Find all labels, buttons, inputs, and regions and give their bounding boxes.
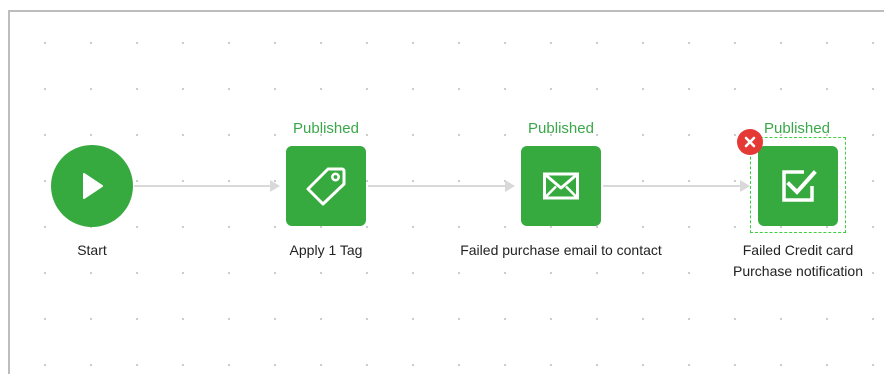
connector-email-to-notification [603,180,750,192]
close-icon [744,136,756,148]
envelope-icon [543,172,579,200]
start-label: Start [77,242,107,258]
send-email-node[interactable] [521,146,601,226]
play-icon [83,173,103,199]
apply-tag-node[interactable] [286,146,366,226]
tag-icon [306,167,346,206]
task-checkbox-icon [782,170,817,202]
apply-tag-label: Apply 1 Tag [289,242,363,258]
send-email-label: Failed purchase email to contact [460,242,662,258]
delete-step-button[interactable] [737,129,763,155]
notification-label-line-2: Purchase notification [733,263,863,279]
notification-label-line-1: Failed Credit card [742,242,854,258]
notification-task-node[interactable] [758,146,838,226]
connector-tag-to-email [368,180,515,192]
connector-start-to-tag [134,180,280,192]
step-status: Published [528,120,594,137]
workflow-canvas[interactable]: Start Published Apply 1 Tag Published Fa… [8,10,884,374]
step-status: Published [293,120,359,137]
start-node[interactable] [51,145,133,227]
